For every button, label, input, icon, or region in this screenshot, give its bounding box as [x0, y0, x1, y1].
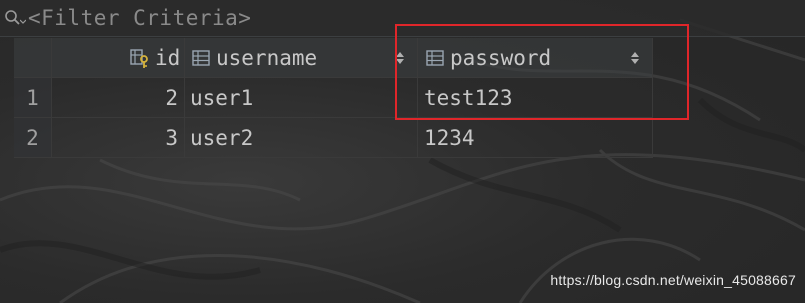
- column-icon: [424, 47, 446, 69]
- column-header-password[interactable]: password: [418, 38, 653, 78]
- column-icon: [190, 47, 212, 69]
- column-header-id[interactable]: id: [52, 38, 185, 78]
- sort-icon[interactable]: [630, 50, 640, 66]
- table-row[interactable]: 2 3 user2 1234: [14, 118, 653, 158]
- sort-icon[interactable]: [395, 50, 405, 66]
- row-number-header: [14, 38, 52, 78]
- cell-id[interactable]: 3: [52, 118, 185, 158]
- watermark-text: https://blog.csdn.net/weixin_45088667: [550, 272, 796, 288]
- filter-criteria-input[interactable]: <Filter Criteria>: [28, 6, 251, 30]
- row-number[interactable]: 2: [14, 118, 52, 158]
- filter-bar[interactable]: <Filter Criteria>: [0, 0, 805, 37]
- column-label-username: username: [216, 45, 318, 70]
- row-number[interactable]: 1: [14, 78, 52, 118]
- cell-username[interactable]: user2: [185, 118, 418, 158]
- cell-password[interactable]: test123: [418, 78, 653, 118]
- table-row[interactable]: 1 2 user1 test123: [14, 78, 653, 118]
- cell-id[interactable]: 2: [52, 78, 185, 118]
- column-label-id: id: [155, 45, 181, 70]
- table-header-row: id username password: [14, 38, 653, 78]
- search-filter-icon[interactable]: [4, 7, 26, 29]
- cell-password[interactable]: 1234: [418, 118, 653, 158]
- column-header-username[interactable]: username: [185, 38, 418, 78]
- result-table: id username password 1 2 user1 test123 2…: [14, 38, 653, 158]
- column-label-password: password: [450, 45, 552, 70]
- key-column-icon: [129, 47, 151, 69]
- cell-username[interactable]: user1: [185, 78, 418, 118]
